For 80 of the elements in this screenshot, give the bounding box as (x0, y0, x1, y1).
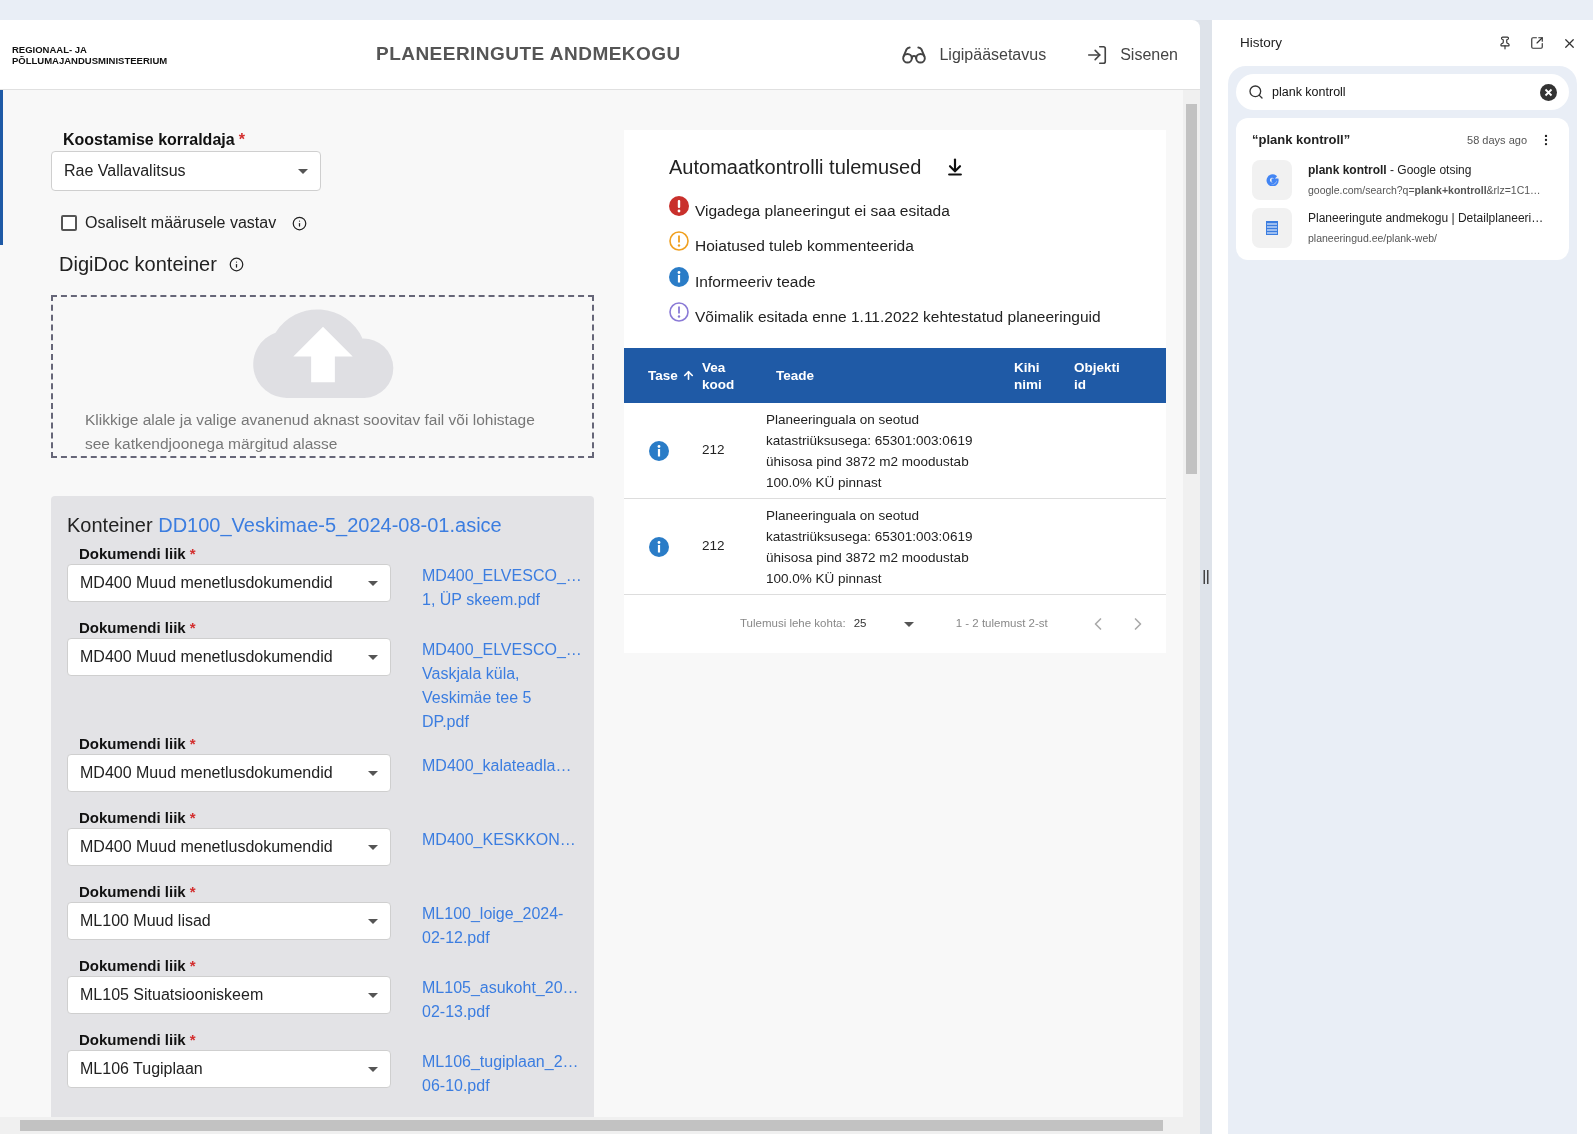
horizontal-scrollbar[interactable] (0, 1117, 1183, 1134)
container-label: Konteiner (67, 514, 153, 536)
message-cell-text: Planeeringuala on seotud katastriüksusega: 65301:003:0619 ühisosa pind 3872 m2 moodustab 100.0% KÜ pinnast (766, 410, 974, 492)
login-icon (1086, 43, 1109, 66)
required-asterisk: * (189, 1029, 196, 1050)
document-type-select[interactable]: MD400 Muud menetlusdokumendid (67, 564, 391, 602)
field-label: Dokumendi liik (79, 807, 186, 828)
required-asterisk: * (189, 807, 196, 828)
file-drop-zone[interactable]: Klikkige alale ja valige avanenud aknast soovitav fail või lohistage see katkendjoonega märgitud alasse (51, 295, 594, 458)
open-in-new-icon[interactable] (1530, 36, 1544, 50)
info-icon (292, 215, 308, 231)
page-range: 1 - 2 tulemust 2-st (955, 616, 1048, 632)
search-icon (1248, 84, 1264, 100)
document-type-select[interactable]: ML105 Situatsiooniskeem (67, 976, 391, 1014)
required-asterisk: * (189, 543, 196, 564)
required-asterisk: * (189, 617, 196, 638)
vertical-scrollbar[interactable] (1183, 90, 1200, 1134)
section-title: DigiDoc konteiner (59, 252, 217, 277)
legend-text: Vigadega planeeringut ei saa esitada (695, 201, 950, 221)
column-header[interactable]: Teade (776, 367, 814, 384)
legend-text: Informeeriv teade (695, 271, 816, 292)
dropdown-caret-icon (298, 168, 308, 174)
field-label: Dokumendi liik (79, 733, 186, 754)
panel-title: History (1240, 33, 1282, 52)
history-query: “plank kontroll” (1252, 131, 1351, 149)
document-type-select[interactable]: ML106 Tugiplaan (67, 1050, 391, 1088)
ministry-logo: REGIONAAL- JA PÕLLUMAJANDUSMINISTEERIUM (12, 43, 169, 66)
dropdown-caret-icon (368, 1066, 378, 1072)
document-type-select[interactable]: MD400 Muud menetlusdokumendid (67, 638, 391, 676)
accessibility-button[interactable]: Ligipääsetavus (901, 41, 1047, 68)
dropdown-caret-icon (368, 770, 378, 776)
document-type-select[interactable]: ML100 Muud lisad (67, 902, 391, 940)
per-page-label: Tulemusi lehe kohta: (740, 616, 846, 632)
checkbox-label: Osaliselt määrusele vastav (85, 213, 277, 233)
column-header[interactable]: Objekti id (1074, 358, 1120, 393)
history-entry-title: Planeeringute andmekogu | Detailplaneeri… (1308, 209, 1544, 227)
per-page-select[interactable]: 25 (853, 615, 914, 633)
dropdown-caret-icon (368, 580, 378, 586)
field-label: Dokumendi liik (79, 1029, 186, 1050)
column-header[interactable]: Vea kood (702, 358, 735, 393)
required-asterisk: * (189, 955, 196, 976)
legend-text: Võimalik esitada enne 1.11.2022 kehtestatud planeeringuid (695, 306, 1101, 327)
resize-handle-icon[interactable] (1203, 570, 1209, 584)
dropdown-caret-icon (903, 621, 914, 627)
message-cell-text: Planeeringuala on seotud katastriüksusega: 65301:003:0619 ühisosa pind 3872 m2 moodustab 100.0% KÜ pinnast (766, 506, 974, 588)
checkbox[interactable] (61, 215, 77, 231)
document-type-select[interactable]: MD400 Muud menetlusdokumendid (67, 754, 391, 792)
required-asterisk: * (189, 881, 196, 902)
results-title: Automaatkontrolli tulemused (669, 155, 922, 180)
login-button[interactable]: Sisenen (1086, 42, 1178, 67)
pin-icon[interactable] (1498, 36, 1512, 50)
history-entry-url: planeeringud.ee/plank-web/ (1308, 230, 1438, 246)
dropdown-caret-icon (368, 918, 378, 924)
dropdown-caret-icon (368, 844, 378, 850)
app-title: PLANEERINGUTE ANDMEKOGU (376, 42, 681, 67)
history-entry[interactable]: plank kontroll - Google otsing google.com/search?q=plank+kontroll&rlz=1C1… (1252, 159, 1553, 200)
history-entry-title: plank kontroll - Google otsing (1308, 161, 1473, 179)
field-label: Dokumendi liik (79, 955, 186, 976)
history-time: 58 days ago (1467, 132, 1527, 148)
field-label: Dokumendi liik (79, 543, 186, 564)
column-header[interactable]: Kihi nimi (1014, 358, 1042, 393)
history-entry[interactable]: Planeeringute andmekogu | Detailplaneeri… planeeringud.ee/plank-web/ (1252, 207, 1553, 248)
history-search-field[interactable]: plank kontroll (1236, 74, 1569, 110)
field-label: Dokumendi liik (79, 881, 186, 902)
required-asterisk: * (189, 733, 196, 754)
field-label: Koostamise korraldaja (63, 130, 235, 150)
dropdown-caret-icon (368, 654, 378, 660)
column-header[interactable]: Tase (648, 367, 678, 384)
error-code: 212 (702, 537, 726, 556)
document-type-select[interactable]: MD400 Muud menetlusdokumendid (67, 828, 391, 866)
field-label: Dokumendi liik (79, 617, 186, 638)
required-asterisk: * (238, 130, 245, 150)
drop-zone-hint: Klikkige alale ja valige avanenud aknast soovitav fail või lohistage see katkendjoonega märgitud alasse (84, 410, 536, 454)
dropdown-caret-icon (368, 992, 378, 998)
organizer-select[interactable]: Rae Vallavalitsus (51, 151, 321, 191)
legend-text: Hoiatused tuleb kommenteerida (695, 236, 914, 257)
error-code: 212 (702, 441, 726, 460)
info-icon (228, 256, 244, 272)
clear-icon[interactable] (1540, 83, 1557, 101)
history-entry-url: google.com/search?q=plank+kontroll&rlz=1C1… (1308, 182, 1541, 198)
